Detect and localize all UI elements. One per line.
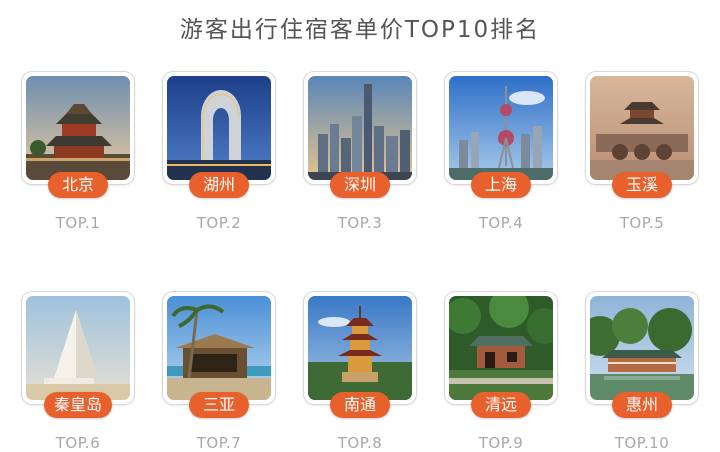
lake-pavilion-photo (590, 296, 694, 400)
city-card[interactable]: 上海 TOP.4 (445, 72, 557, 232)
rank-label: TOP.9 (478, 434, 524, 452)
horseshoe-hotel-photo (167, 76, 271, 180)
photo-frame (163, 72, 275, 184)
pearl-tower-photo (449, 76, 553, 180)
city-name-badge: 上海 (471, 172, 531, 198)
pagoda-photo (308, 296, 412, 400)
beach-hut-photo (167, 296, 271, 400)
skyline-photo (308, 76, 412, 180)
photo-frame (445, 72, 557, 184)
city-card[interactable]: 北京 TOP.1 (22, 72, 134, 232)
page-title: 游客出行住宿客单价TOP10排名 (179, 17, 541, 43)
city-name-badge: 深圳 (330, 172, 390, 198)
ranking-grid: 北京 TOP.1 湖州 TOP.2 深圳 TOP.3 上海 TOP.4 玉溪 T… (22, 72, 698, 452)
white-chapel-photo (26, 296, 130, 400)
photo-frame (163, 292, 275, 404)
city-card[interactable]: 惠州 TOP.10 (586, 292, 698, 452)
city-card[interactable]: 清远 TOP.9 (445, 292, 557, 452)
rank-label: TOP.4 (478, 214, 524, 232)
photo-frame (586, 292, 698, 404)
rank-label: TOP.10 (614, 434, 670, 452)
city-name-badge: 南通 (330, 392, 390, 418)
city-name-badge: 玉溪 (612, 172, 672, 198)
rank-label: TOP.8 (337, 434, 383, 452)
photo-frame (304, 292, 416, 404)
rank-label: TOP.6 (55, 434, 101, 452)
city-name-badge: 湖州 (189, 172, 249, 198)
city-name-badge: 三亚 (189, 392, 249, 418)
city-card[interactable]: 湖州 TOP.2 (163, 72, 275, 232)
photo-frame (22, 292, 134, 404)
rank-label: TOP.2 (196, 214, 242, 232)
city-card[interactable]: 秦皇岛 TOP.6 (22, 292, 134, 452)
forbidden-city-photo (26, 76, 130, 180)
pavilion-bridge-photo (590, 76, 694, 180)
rank-label: TOP.7 (196, 434, 242, 452)
rank-label: TOP.5 (619, 214, 665, 232)
city-card[interactable]: 南通 TOP.8 (304, 292, 416, 452)
city-name-badge: 惠州 (612, 392, 672, 418)
rank-label: TOP.3 (337, 214, 383, 232)
city-name-badge: 北京 (48, 172, 108, 198)
photo-frame (445, 292, 557, 404)
photo-frame (586, 72, 698, 184)
city-card[interactable]: 深圳 TOP.3 (304, 72, 416, 232)
photo-frame (22, 72, 134, 184)
city-card[interactable]: 三亚 TOP.7 (163, 292, 275, 452)
rank-label: TOP.1 (55, 214, 101, 232)
photo-frame (304, 72, 416, 184)
city-card[interactable]: 玉溪 TOP.5 (586, 72, 698, 232)
city-name-badge: 清远 (471, 392, 531, 418)
city-name-badge: 秦皇岛 (43, 392, 113, 418)
jungle-pavilion-photo (449, 296, 553, 400)
